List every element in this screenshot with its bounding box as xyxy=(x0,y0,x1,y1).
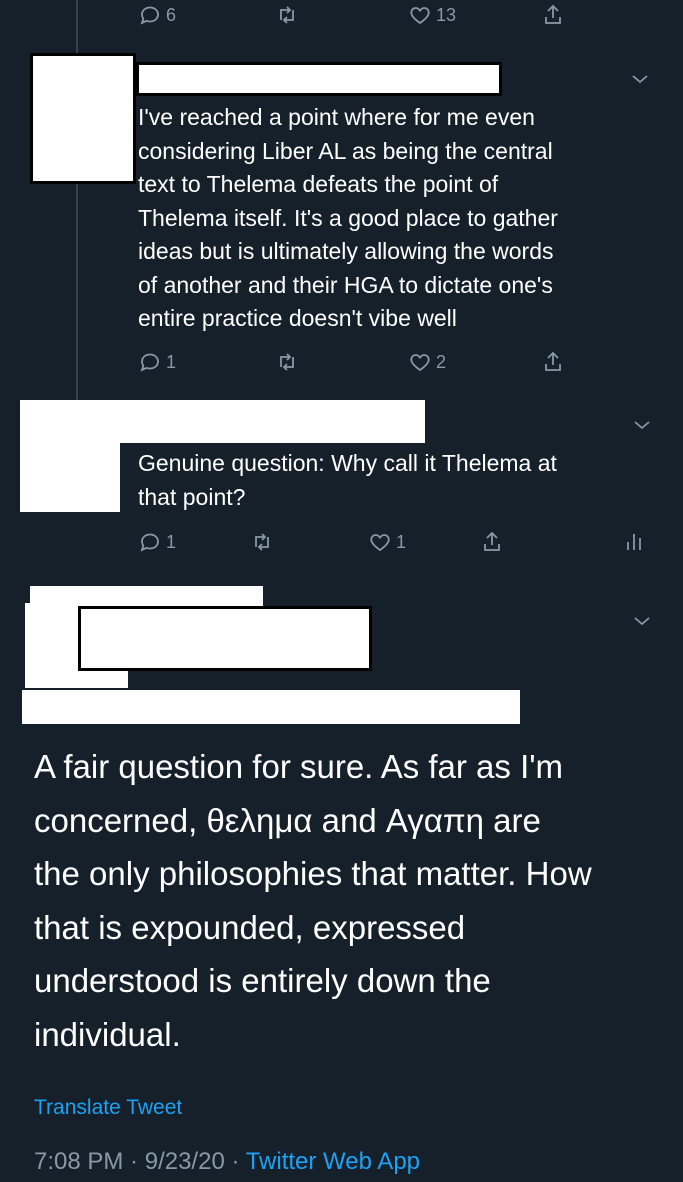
reply-count: 6 xyxy=(166,4,177,25)
like-icon xyxy=(410,354,430,372)
tweet-body: I've reached a point where for me even c… xyxy=(138,101,658,336)
analytics-icon xyxy=(627,534,641,550)
tweet-line: that point? xyxy=(138,483,246,510)
tweet-line: Genuine question: Why call it Thelema at xyxy=(138,450,557,476)
tweet3-actions: 1 1 xyxy=(0,530,683,560)
author-name-redacted xyxy=(78,606,372,671)
tweet-line: ideas but is ultimately allowing the wor… xyxy=(138,238,554,264)
tweet-time[interactable]: 7:08 PM xyxy=(34,1148,123,1175)
like-icon xyxy=(370,534,390,552)
tweet-line: entire practice doesn't vibe well xyxy=(138,305,457,331)
like-count: 1 xyxy=(396,531,407,552)
tweet-line: of another and their HGA to dictate one'… xyxy=(138,271,553,298)
avatar-redacted xyxy=(20,440,120,512)
tweet-line: considering Liber AL as being the centra… xyxy=(138,137,553,164)
tweet-line: text to Thelema defeats the point of xyxy=(138,171,499,197)
avatar-redacted xyxy=(30,53,136,184)
share-button[interactable] xyxy=(541,3,565,27)
chevron-down-icon[interactable] xyxy=(630,72,650,86)
chevron-down-icon[interactable] xyxy=(632,614,652,628)
tweet-line: individual. xyxy=(34,1015,181,1053)
author-name-redacted xyxy=(136,62,502,96)
reply-icon xyxy=(140,353,159,372)
reply-count: 1 xyxy=(166,351,177,372)
reply-context-redacted xyxy=(22,690,520,724)
tweet2-actions: 1 2 xyxy=(0,350,683,380)
like-count: 13 xyxy=(436,4,457,25)
reply-icon xyxy=(140,533,159,552)
tweet1-actions: 6 13 xyxy=(0,3,683,33)
tweet-source-link[interactable]: Twitter Web App xyxy=(246,1148,420,1175)
chevron-down-icon[interactable] xyxy=(632,418,652,432)
tweet-line: concerned, θελημα and Αγαπη are xyxy=(34,801,541,839)
retweet-icon xyxy=(280,353,294,371)
tweet-line: the only philosophies that matter. How xyxy=(34,855,592,892)
tweet-line: Thelema itself. It's a good place to gat… xyxy=(138,204,558,231)
share-icon xyxy=(545,351,561,371)
share-icon xyxy=(484,531,500,551)
separator: · xyxy=(123,1148,145,1175)
like-icon xyxy=(410,7,430,25)
retweet-button[interactable] xyxy=(275,350,299,374)
share-button[interactable] xyxy=(480,530,504,554)
analytics-button[interactable] xyxy=(622,530,646,554)
tweet-line: that is expounded, expressed xyxy=(34,908,466,946)
like-count: 2 xyxy=(436,351,447,372)
author-name-redacted xyxy=(20,400,425,443)
tweet-body: Genuine question: Why call it Thelema at… xyxy=(138,447,658,514)
like-button[interactable]: 2 xyxy=(408,350,446,374)
like-button[interactable]: 13 xyxy=(408,3,456,27)
tweet-date[interactable]: 9/23/20 xyxy=(145,1148,225,1175)
tweet-line: understood is entirely down the xyxy=(34,962,491,999)
like-button[interactable]: 1 xyxy=(368,530,406,554)
tweet-line: A fair question for sure. As far as I'm xyxy=(34,748,564,785)
reply-count: 1 xyxy=(166,531,177,552)
retweet-button[interactable] xyxy=(250,530,274,554)
reply-button[interactable]: 6 xyxy=(138,3,176,27)
retweet-icon xyxy=(280,6,294,24)
reply-icon xyxy=(140,6,159,25)
separator: · xyxy=(224,1148,246,1175)
main-tweet-body: A fair question for sure. As far as I'm … xyxy=(34,740,654,1061)
share-icon xyxy=(545,4,561,24)
reply-button[interactable]: 1 xyxy=(138,530,176,554)
tweet-line: I've reached a point where for me even xyxy=(138,104,535,130)
retweet-button[interactable] xyxy=(275,3,299,27)
translate-tweet-link[interactable]: Translate Tweet xyxy=(34,1096,182,1120)
tweet-metadata: 7:08 PM · 9/23/20 · Twitter Web App xyxy=(34,1148,420,1176)
retweet-icon xyxy=(255,533,269,551)
reply-button[interactable]: 1 xyxy=(138,350,176,374)
share-button[interactable] xyxy=(541,350,565,374)
